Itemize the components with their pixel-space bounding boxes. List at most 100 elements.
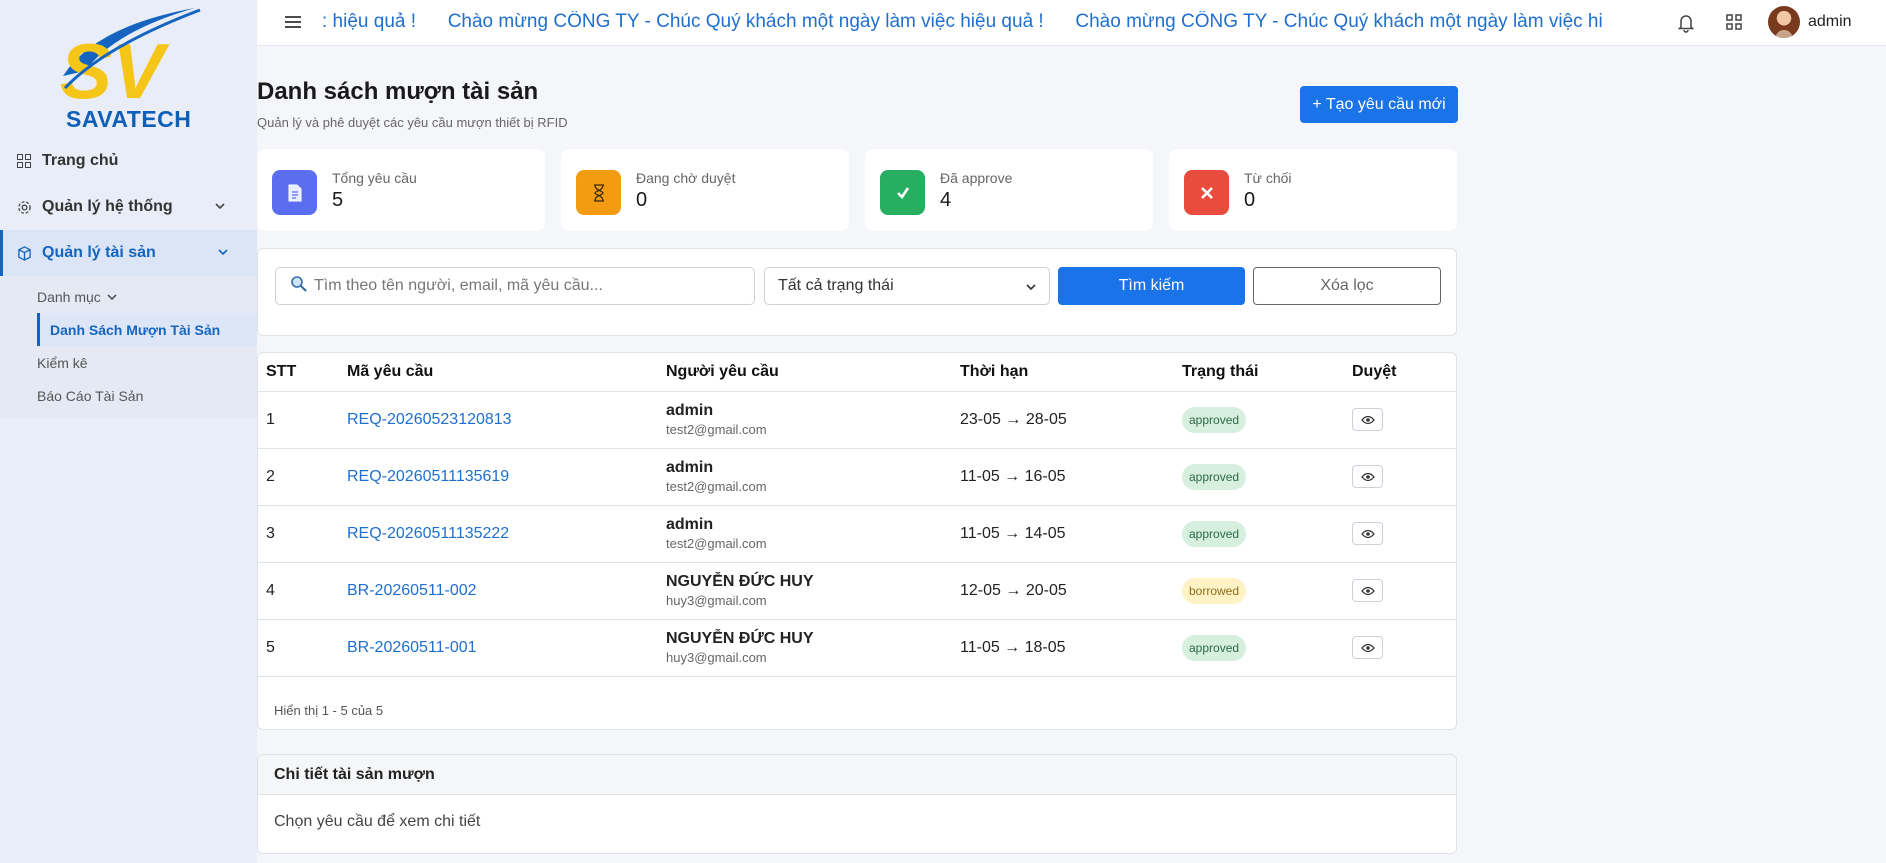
sidebar-item-label: Quản lý hệ thống bbox=[42, 198, 173, 215]
requests-table: STT Mã yêu cầu Người yêu cầu Thời hạn Tr… bbox=[258, 353, 1456, 677]
action-cell bbox=[1344, 505, 1456, 563]
row-index: 2 bbox=[258, 448, 339, 506]
requester-cell: admin test2@gmail.com bbox=[658, 391, 952, 449]
column-header: STT bbox=[258, 353, 339, 392]
sidebar-subitem-report[interactable]: Báo Cáo Tài Sản bbox=[0, 379, 257, 412]
sidebar-item-system[interactable]: Quản lý hệ thống bbox=[0, 184, 257, 230]
sidebar-subitem-inventory[interactable]: Kiểm kê bbox=[0, 346, 257, 379]
sidebar-item-assets[interactable]: Quản lý tài sản bbox=[0, 230, 257, 276]
svg-text:SV: SV bbox=[60, 27, 170, 106]
request-code-link[interactable]: BR-20260511-002 bbox=[339, 562, 658, 620]
request-code-link[interactable]: REQ-20260511135222 bbox=[339, 505, 658, 563]
brand-name: SAVATECH bbox=[66, 106, 192, 132]
stat-value: 4 bbox=[940, 189, 952, 211]
sidebar-subitem-category[interactable]: Danh mục bbox=[0, 280, 257, 313]
stat-label: Từ chối bbox=[1244, 170, 1292, 186]
marquee-text: : hiệu quả ! Chào mừng CÔNG TY - Chúc Qu… bbox=[322, 11, 1603, 32]
sidebar-subitem-borrow-list[interactable]: Danh Sách Mượn Tài Sản bbox=[37, 313, 257, 346]
period-cell: 23-05 → 28-05 bbox=[952, 391, 1174, 449]
column-header: Người yêu cầu bbox=[658, 353, 952, 392]
table-row[interactable]: 2 REQ-20260511135619 admin test2@gmail.co… bbox=[258, 448, 1456, 506]
requester-name: NGUYỄN ĐỨC HUY bbox=[666, 573, 814, 590]
view-button[interactable] bbox=[1352, 522, 1383, 545]
status-cell: borrowed bbox=[1174, 562, 1344, 620]
search-input[interactable]: Tìm theo tên người, email, mã yêu cầu... bbox=[275, 267, 755, 305]
stat-label: Tổng yêu cầu bbox=[332, 170, 417, 186]
username[interactable]: admin bbox=[1808, 13, 1852, 31]
detail-card: Chi tiết tài sản mượn Chọn yêu cầu để xe… bbox=[257, 754, 1457, 854]
avatar[interactable] bbox=[1768, 6, 1800, 38]
sidebar-subitem-label: Danh mục bbox=[37, 288, 101, 305]
view-button[interactable] bbox=[1352, 408, 1383, 431]
period-cell: 11-05 → 18-05 bbox=[952, 619, 1174, 677]
status-select[interactable]: Tất cả trạng thái bbox=[764, 267, 1050, 305]
stat-card-rejected: Từ chối 0 bbox=[1169, 149, 1457, 231]
check-icon bbox=[880, 170, 925, 215]
stat-value: 0 bbox=[636, 189, 648, 211]
sidebar: SV SAVATECH Trang chủ Quản lý hệ thống Q… bbox=[0, 0, 257, 863]
eye-icon bbox=[1360, 472, 1375, 481]
table-row[interactable]: 1 REQ-20260523120813 admin test2@gmail.co… bbox=[258, 391, 1456, 449]
pagination-info: Hiển thị 1 - 5 của 5 bbox=[274, 703, 384, 718]
topbar: : hiệu quả ! Chào mừng CÔNG TY - Chúc Qu… bbox=[257, 0, 1886, 46]
column-header: Mã yêu cầu bbox=[339, 353, 658, 392]
bell-icon[interactable] bbox=[1677, 13, 1695, 33]
view-button[interactable] bbox=[1352, 636, 1383, 659]
status-badge: approved bbox=[1182, 634, 1247, 661]
table-row[interactable]: 4 BR-20260511-002 NGUYỄN ĐỨC HUY huy3@gma… bbox=[258, 562, 1456, 620]
view-button[interactable] bbox=[1352, 579, 1383, 602]
x-icon bbox=[1184, 170, 1229, 215]
chevron-down-icon bbox=[215, 203, 225, 210]
status-badge: approved bbox=[1182, 520, 1247, 547]
request-code-link[interactable]: BR-20260511-001 bbox=[339, 619, 658, 677]
welcome-marquee: : hiệu quả ! Chào mừng CÔNG TY - Chúc Qu… bbox=[322, 11, 1662, 35]
action-cell bbox=[1344, 391, 1456, 449]
clear-filter-button[interactable]: Xóa lọc bbox=[1253, 267, 1441, 305]
requester-email: test2@gmail.com bbox=[666, 536, 767, 551]
apps-grid-icon[interactable] bbox=[1725, 13, 1743, 31]
period-cell: 12-05 → 20-05 bbox=[952, 562, 1174, 620]
hourglass-icon bbox=[576, 170, 621, 215]
gear-icon bbox=[16, 199, 32, 215]
requester-cell: admin test2@gmail.com bbox=[658, 505, 952, 563]
status-badge: approved bbox=[1182, 406, 1247, 433]
requester-cell: NGUYỄN ĐỨC HUY huy3@gmail.com bbox=[658, 562, 952, 620]
chevron-down-icon bbox=[1026, 284, 1036, 291]
eye-icon bbox=[1360, 586, 1375, 595]
row-index: 3 bbox=[258, 505, 339, 563]
menu-icon[interactable] bbox=[283, 13, 303, 31]
requester-name: admin bbox=[666, 459, 714, 476]
brand-logo[interactable]: SV SAVATECH bbox=[0, 0, 257, 138]
chevron-down-icon bbox=[107, 293, 117, 300]
requester-name: admin bbox=[666, 402, 714, 419]
page-subtitle: Quản lý và phê duyệt các yêu cầu mượn th… bbox=[257, 115, 568, 130]
column-header: Duyệt bbox=[1344, 353, 1456, 392]
action-cell bbox=[1344, 562, 1456, 620]
sidebar-item-home[interactable]: Trang chủ bbox=[0, 138, 257, 184]
view-button[interactable] bbox=[1352, 465, 1383, 488]
chevron-down-icon bbox=[218, 249, 228, 256]
eye-icon bbox=[1360, 643, 1375, 652]
search-button[interactable]: Tìm kiếm bbox=[1058, 267, 1245, 305]
requester-email: huy3@gmail.com bbox=[666, 593, 767, 608]
stat-label: Đang chờ duyệt bbox=[636, 170, 736, 186]
status-badge: borrowed bbox=[1182, 577, 1247, 604]
status-select-value: Tất cả trạng thái bbox=[778, 277, 894, 294]
sidebar-item-label: Quản lý tài sản bbox=[42, 244, 156, 261]
period-cell: 11-05 → 14-05 bbox=[952, 505, 1174, 563]
period-cell: 11-05 → 16-05 bbox=[952, 448, 1174, 506]
stat-card-total: Tổng yêu cầu 5 bbox=[257, 149, 545, 231]
request-code-link[interactable]: REQ-20260511135619 bbox=[339, 448, 658, 506]
action-cell bbox=[1344, 448, 1456, 506]
request-code-link[interactable]: REQ-20260523120813 bbox=[339, 391, 658, 449]
create-request-button[interactable]: + Tạo yêu cầu mới bbox=[1300, 86, 1458, 123]
table-row[interactable]: 3 REQ-20260511135222 admin test2@gmail.co… bbox=[258, 505, 1456, 563]
search-icon bbox=[290, 275, 308, 298]
status-cell: approved bbox=[1174, 505, 1344, 563]
requester-cell: admin test2@gmail.com bbox=[658, 448, 952, 506]
filter-panel: Tìm theo tên người, email, mã yêu cầu...… bbox=[257, 248, 1457, 336]
row-index: 4 bbox=[258, 562, 339, 620]
table-row[interactable]: 5 BR-20260511-001 NGUYỄN ĐỨC HUY huy3@gma… bbox=[258, 619, 1456, 677]
stat-card-approved: Đã approve 4 bbox=[865, 149, 1153, 231]
stat-value: 5 bbox=[332, 189, 344, 211]
